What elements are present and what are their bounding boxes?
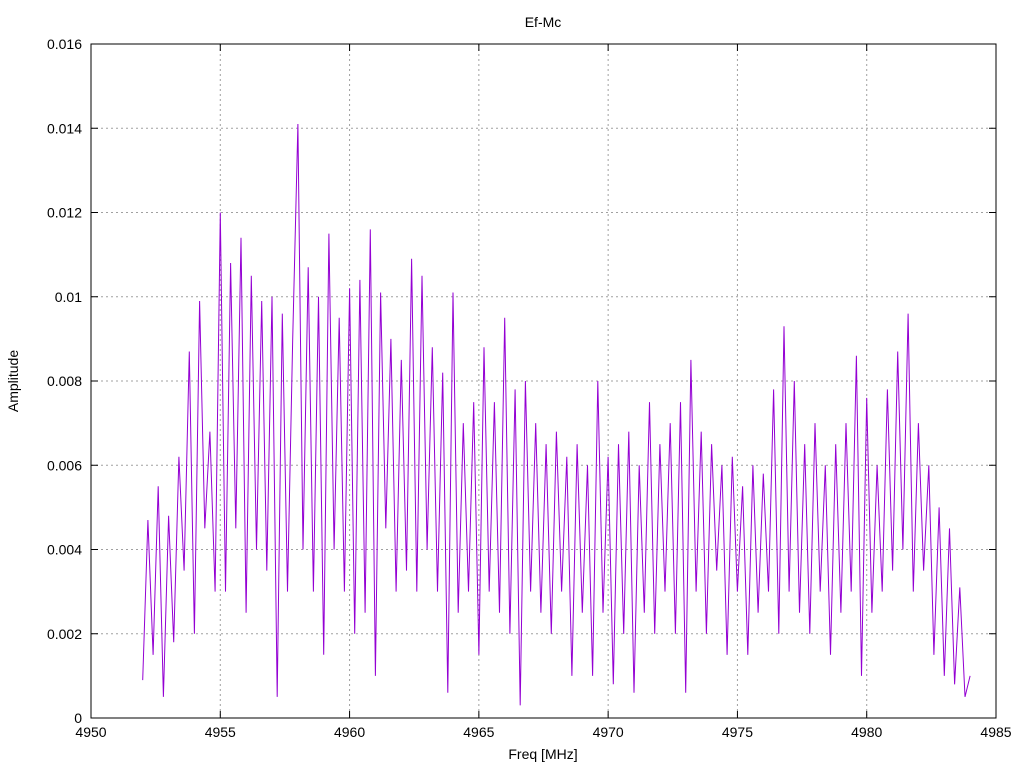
y-tick-label: 0 <box>74 710 82 726</box>
x-tick-label: 4950 <box>75 724 106 740</box>
y-tick-label: 0.006 <box>47 457 82 473</box>
x-tick-label: 4975 <box>722 724 753 740</box>
x-axis-label: Freq [MHz] <box>508 746 577 762</box>
y-tick-label: 0.002 <box>47 626 82 642</box>
y-axis-label: Amplitude <box>5 350 21 412</box>
chart-title: Ef-Mc <box>525 14 562 30</box>
x-tick-label: 4985 <box>980 724 1011 740</box>
y-tick-label: 0.004 <box>47 542 82 558</box>
y-tick-label: 0.014 <box>47 120 82 136</box>
x-tick-label: 4960 <box>334 724 365 740</box>
x-tick-label: 4970 <box>593 724 624 740</box>
x-tick-label: 4955 <box>205 724 236 740</box>
y-tick-label: 0.01 <box>55 289 82 305</box>
line-chart: Ef-Mc 4950 4955 4960 4965 4970 4975 4980 4985 0 0… <box>5 14 1012 762</box>
y-tick-label: 0.008 <box>47 373 82 389</box>
y-tick-label: 0.016 <box>47 36 82 52</box>
y-tick-label: 0.012 <box>47 205 82 221</box>
series-line-ef-mc <box>142 123 971 706</box>
x-tick-label: 4980 <box>851 724 882 740</box>
x-tick-label: 4965 <box>463 724 494 740</box>
